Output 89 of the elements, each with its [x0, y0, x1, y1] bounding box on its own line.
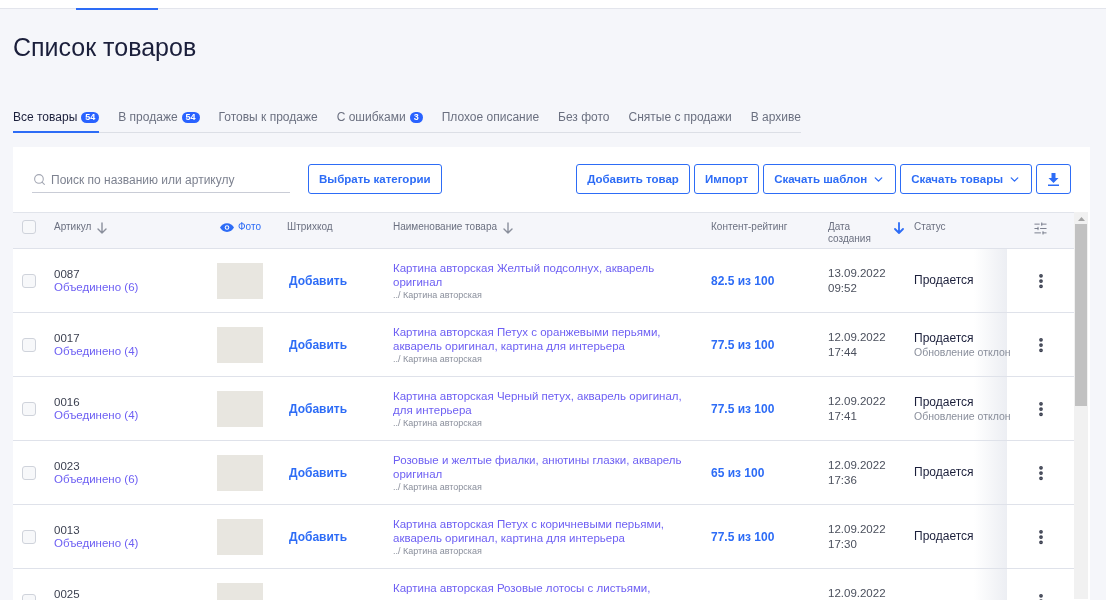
article-number: 0025 [54, 588, 80, 600]
article-number: 0016 [54, 396, 80, 409]
download-icon [1048, 172, 1059, 186]
category-path: ../ Картина авторская [393, 481, 482, 493]
article-number: 0023 [54, 460, 80, 473]
created-date: 12.09.2022 17:36 [828, 458, 887, 488]
product-name-link[interactable]: Розовые и желтые фиалки, анютины глазки, акварель оригинал [393, 453, 693, 481]
article-number: 0013 [54, 524, 80, 537]
created-date: 12.09.2022 [828, 586, 886, 600]
category-path: ../ Картина авторская [393, 353, 482, 365]
merged-link[interactable]: Объединено (4) [54, 345, 139, 358]
photo-placeholder [217, 455, 263, 491]
photo-placeholder [217, 263, 263, 299]
count-badge: 54 [181, 111, 200, 123]
add-barcode-link[interactable]: Добавить [289, 530, 348, 545]
product-name-link[interactable]: Картина авторская Черный петух, акварель оригинал, для интерьера [393, 389, 693, 417]
article-number: 0087 [54, 268, 80, 281]
add-barcode-link[interactable]: Добавить [289, 274, 348, 289]
product-name-link[interactable]: Картина авторская Желтый подсолнух, акварель оригинал [393, 261, 693, 289]
column-header[interactable]: Дата создания [828, 221, 888, 245]
created-date: 12.09.2022 17:44 [828, 330, 887, 360]
content-rating: 77.5 из 100 [711, 402, 775, 417]
column-header: Контент-рейтинг [711, 221, 788, 233]
page-title: Список товаров [13, 32, 197, 62]
row-checkbox[interactable] [22, 274, 36, 288]
category-path: ../ Картина авторская [393, 417, 482, 429]
row-checkbox[interactable] [22, 466, 36, 480]
product-name-link[interactable]: Картина авторская Розовые лотосы с листьями, [393, 581, 651, 595]
row-checkbox[interactable] [22, 402, 36, 416]
select-categories-button[interactable]: Выбрать категории [308, 164, 442, 194]
column-header: Статус [914, 221, 946, 233]
tab[interactable]: Плохое описание [441, 109, 540, 133]
status-text: Продается [914, 529, 975, 544]
status-text: Продается [914, 465, 975, 480]
column-header[interactable]: Наименование товара [393, 221, 497, 233]
tab[interactable]: В продаже 54 [118, 109, 200, 133]
count-badge: 3 [409, 111, 423, 123]
action-button[interactable]: Добавить товар [576, 164, 690, 194]
created-date: 13.09.2022 09:52 [828, 266, 887, 296]
add-barcode-link[interactable]: Добавить [289, 466, 348, 481]
sort-arrow-icon[interactable] [97, 222, 108, 234]
eye-icon [220, 222, 234, 232]
created-date: 12.09.2022 17:30 [828, 522, 887, 552]
content-rating: 77.5 из 100 [711, 338, 775, 353]
dropdown-button[interactable]: Скачать товары [900, 164, 1032, 194]
scrollbar-thumb[interactable] [1075, 224, 1087, 406]
action-button[interactable]: Импорт [693, 164, 760, 194]
tab[interactable]: Все товары 54 [13, 109, 100, 133]
add-barcode-link[interactable]: Добавить [289, 338, 348, 353]
search-icon [33, 173, 46, 186]
tab[interactable]: Готовы к продаже [218, 109, 318, 133]
column-settings-icon[interactable] [1033, 221, 1048, 236]
search-field[interactable]: Поиск по названию или артикулу [32, 167, 290, 193]
status-text: Продается [914, 330, 975, 346]
product-name-link[interactable]: Картина авторская Петух с оранжевыми перьями, акварель оригинал, картина для интерьера [393, 325, 693, 353]
article-number: 0017 [54, 332, 80, 345]
column-header: Фото [220, 221, 261, 233]
row-checkbox[interactable] [22, 530, 36, 544]
dropdown-button[interactable]: Скачать шаблон [763, 164, 897, 194]
tab[interactable]: С ошибками 3 [336, 109, 423, 133]
scroll-up-icon[interactable] [1077, 217, 1085, 221]
content-rating: 77.5 из 100 [711, 530, 775, 545]
sort-arrow-icon[interactable] [894, 222, 904, 234]
add-barcode-link[interactable]: Добавить [289, 402, 348, 417]
status-text: Продается [914, 394, 975, 410]
merged-link[interactable]: Объединено (6) [54, 281, 139, 294]
merged-link[interactable]: Объединено (4) [54, 537, 139, 550]
select-all-checkbox[interactable] [22, 220, 36, 234]
tab[interactable]: Снятые с продажи [628, 109, 732, 133]
column-header[interactable]: Артикул [54, 221, 92, 233]
photo-placeholder [217, 519, 263, 555]
content-rating: 82.5 из 100 [711, 274, 775, 289]
product-name-link[interactable]: Картина авторская Петух с коричневыми перьями, акварель оригинал, картина для интерьера [393, 517, 693, 545]
category-path: ../ Картина авторская [393, 289, 482, 301]
download-button[interactable] [1036, 164, 1071, 194]
column-header: Штрихкод [287, 221, 333, 233]
row-checkbox[interactable] [22, 338, 36, 352]
photo-placeholder [217, 327, 263, 363]
sort-arrow-icon[interactable] [503, 222, 513, 234]
content-rating: 65 из 100 [711, 466, 765, 481]
tab[interactable]: Без фото [558, 109, 610, 133]
photo-placeholder [217, 391, 263, 427]
merged-link[interactable]: Объединено (6) [54, 473, 139, 486]
merged-link[interactable]: Объединено (4) [54, 409, 139, 422]
category-path: ../ Картина авторская [393, 545, 482, 557]
status-text: Продается [914, 273, 975, 288]
created-date: 12.09.2022 17:41 [828, 394, 887, 424]
count-badge: 54 [81, 111, 100, 123]
tab[interactable]: В архиве [750, 109, 801, 133]
